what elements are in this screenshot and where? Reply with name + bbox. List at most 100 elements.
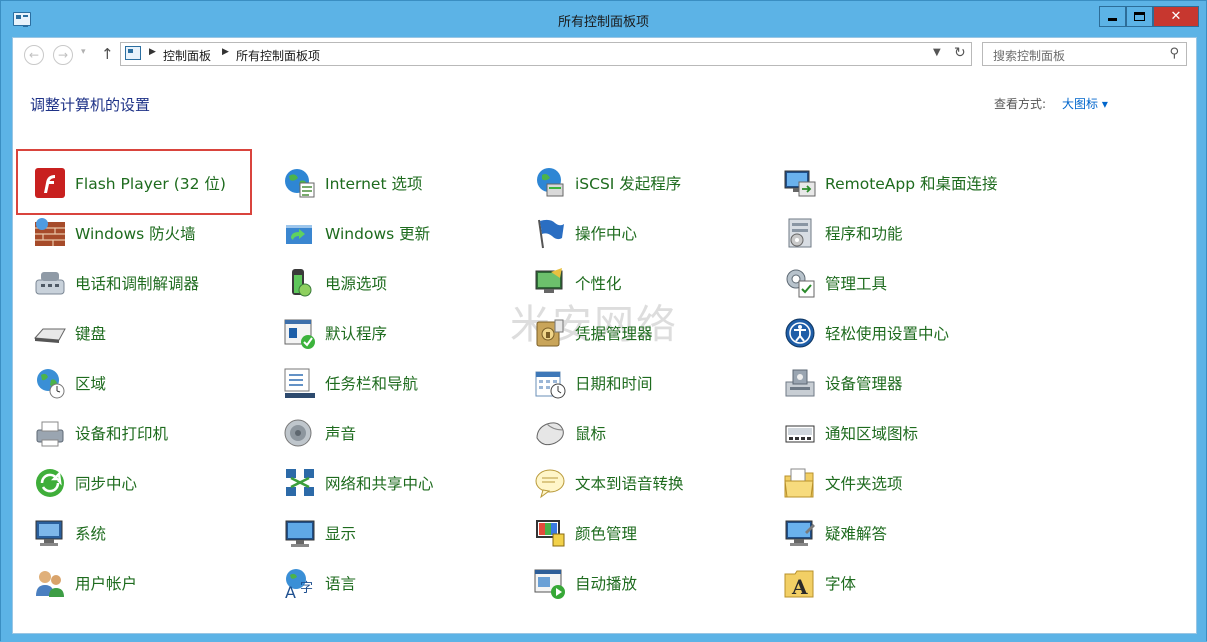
control-panel-item[interactable]: 声音 — [283, 413, 356, 453]
close-icon: ✕ — [1170, 9, 1182, 24]
control-panel-item[interactable]: A 字语言 — [283, 563, 356, 603]
control-panel-item[interactable]: 文本到语音转换 — [533, 463, 684, 503]
control-panel-item[interactable]: Internet 选项 — [283, 163, 422, 203]
control-panel-window: 所有控制面板项 ✕ ← → ▾ ↑ ▶ 控制面板 ▶ 所有控制面板项 ▼ ↻ 搜… — [0, 0, 1207, 642]
maximize-button[interactable] — [1126, 6, 1153, 27]
control-panel-item[interactable]: 同步中心 — [33, 463, 137, 503]
control-panel-item-label[interactable]: 网络和共享中心 — [325, 472, 434, 494]
control-panel-item[interactable]: iSCSI 发起程序 — [533, 163, 681, 203]
printer-icon — [33, 416, 67, 450]
control-panel-item-label[interactable]: 日期和时间 — [575, 372, 653, 394]
control-panel-item[interactable]: 颜色管理 — [533, 513, 637, 553]
internet-options-icon — [283, 166, 317, 200]
control-panel-item[interactable]: 鼠标 — [533, 413, 606, 453]
maximize-icon — [1134, 12, 1145, 21]
control-panel-item[interactable]: RemoteApp 和桌面连接 — [783, 163, 998, 203]
control-panel-item[interactable]: 系统 — [33, 513, 106, 553]
device-manager-icon — [783, 366, 817, 400]
folder-options-icon — [783, 466, 817, 500]
control-panel-item[interactable]: 键盘 — [33, 313, 106, 353]
control-panel-item-label[interactable]: 文本到语音转换 — [575, 472, 684, 494]
control-panel-item[interactable]: 通知区域图标 — [783, 413, 918, 453]
control-panel-item-label[interactable]: 默认程序 — [325, 322, 387, 344]
control-panel-item-label[interactable]: 语言 — [325, 572, 356, 594]
control-panel-item-label[interactable]: 程序和功能 — [825, 222, 903, 244]
control-panel-item-label[interactable]: 声音 — [325, 422, 356, 444]
minimize-button[interactable] — [1099, 6, 1126, 27]
control-panel-item[interactable]: 设备管理器 — [783, 363, 903, 403]
mouse-icon — [533, 416, 567, 450]
control-panel-item-label[interactable]: 键盘 — [75, 322, 106, 344]
control-panel-item-label[interactable]: RemoteApp 和桌面连接 — [825, 172, 998, 194]
control-panel-item-label[interactable]: 自动播放 — [575, 572, 637, 594]
control-panel-item[interactable]: 电源选项 — [283, 263, 387, 303]
control-panel-item-label[interactable]: 区域 — [75, 372, 106, 394]
network-icon — [283, 466, 317, 500]
control-panel-item-label[interactable]: 管理工具 — [825, 272, 887, 294]
control-panel-item[interactable]: 疑难解答 — [783, 513, 887, 553]
control-panel-item-label[interactable]: 字体 — [825, 572, 856, 594]
control-panel-item[interactable]: 日期和时间 — [533, 363, 653, 403]
control-panel-item-label[interactable]: 用户帐户 — [75, 572, 137, 594]
control-panel-item[interactable]: 文件夹选项 — [783, 463, 903, 503]
control-panel-item-label[interactable]: Flash Player (32 位) — [75, 172, 226, 194]
control-panel-item-label[interactable]: 同步中心 — [75, 472, 137, 494]
default-programs-icon — [283, 316, 317, 350]
control-panel-item-label[interactable]: 设备和打印机 — [75, 422, 168, 444]
control-panel-item[interactable]: 电话和调制解调器 — [33, 263, 199, 303]
control-panel-item[interactable]: 个性化 — [533, 263, 622, 303]
control-panel-item-label[interactable]: 任务栏和导航 — [325, 372, 418, 394]
control-panel-item[interactable]: 凭据管理器 — [533, 313, 653, 353]
firewall-icon — [33, 216, 67, 250]
control-panel-item[interactable]: 显示 — [283, 513, 356, 553]
control-panel-item-label[interactable]: 鼠标 — [575, 422, 606, 444]
flash-player-icon — [33, 166, 67, 200]
close-button[interactable]: ✕ — [1153, 6, 1199, 27]
control-panel-item-label[interactable]: 颜色管理 — [575, 522, 637, 544]
control-panel-item[interactable]: 程序和功能 — [783, 213, 903, 253]
control-panel-item-label[interactable]: Windows 防火墙 — [75, 222, 196, 244]
control-panel-item[interactable]: 区域 — [33, 363, 106, 403]
control-panel-item-label[interactable]: 电源选项 — [325, 272, 387, 294]
phone-modem-icon — [33, 266, 67, 300]
troubleshoot-icon — [783, 516, 817, 550]
control-panel-item-label[interactable]: 电话和调制解调器 — [75, 272, 199, 294]
title-bar[interactable]: 所有控制面板项 ✕ — [1, 1, 1206, 37]
credential-icon — [533, 316, 567, 350]
control-panel-item[interactable]: 轻松使用设置中心 — [783, 313, 949, 353]
autoplay-icon — [533, 566, 567, 600]
control-panel-item-label[interactable]: 文件夹选项 — [825, 472, 903, 494]
control-panel-item[interactable]: Windows 防火墙 — [33, 213, 196, 253]
control-panel-item[interactable]: 设备和打印机 — [33, 413, 168, 453]
personalization-icon — [533, 266, 567, 300]
control-panel-item[interactable]: 网络和共享中心 — [283, 463, 434, 503]
control-panel-item-label[interactable]: Internet 选项 — [325, 172, 422, 194]
control-panel-item-label[interactable]: 轻松使用设置中心 — [825, 322, 949, 344]
control-panel-item-label[interactable]: 设备管理器 — [825, 372, 903, 394]
window-title: 所有控制面板项 — [557, 15, 649, 30]
control-panel-item[interactable]: 自动播放 — [533, 563, 637, 603]
control-panel-item[interactable]: 管理工具 — [783, 263, 887, 303]
control-panel-item[interactable]: 用户帐户 — [33, 563, 137, 603]
control-panel-item-label[interactable]: 个性化 — [575, 272, 622, 294]
taskbar-icon — [283, 366, 317, 400]
control-panel-item-label[interactable]: 通知区域图标 — [825, 422, 918, 444]
control-panel-item[interactable]: Flash Player (32 位) — [33, 163, 226, 203]
control-panel-item-label[interactable]: 操作中心 — [575, 222, 637, 244]
action-center-icon — [533, 216, 567, 250]
control-panel-item-label[interactable]: 疑难解答 — [825, 522, 887, 544]
control-panel-item[interactable]: A 字体 — [783, 563, 856, 603]
region-icon — [33, 366, 67, 400]
control-panel-item-label[interactable]: Windows 更新 — [325, 222, 430, 244]
power-icon — [283, 266, 317, 300]
control-panel-item-label[interactable]: iSCSI 发起程序 — [575, 172, 681, 194]
control-panel-item[interactable]: 操作中心 — [533, 213, 637, 253]
control-panel-item-label[interactable]: 凭据管理器 — [575, 322, 653, 344]
control-panel-item[interactable]: 默认程序 — [283, 313, 387, 353]
control-panel-item[interactable]: 任务栏和导航 — [283, 363, 418, 403]
control-panel-item-label[interactable]: 显示 — [325, 522, 356, 544]
sync-icon — [33, 466, 67, 500]
control-panel-item[interactable]: Windows 更新 — [283, 213, 430, 253]
svg-text:字: 字 — [300, 581, 313, 596]
control-panel-item-label[interactable]: 系统 — [75, 522, 106, 544]
